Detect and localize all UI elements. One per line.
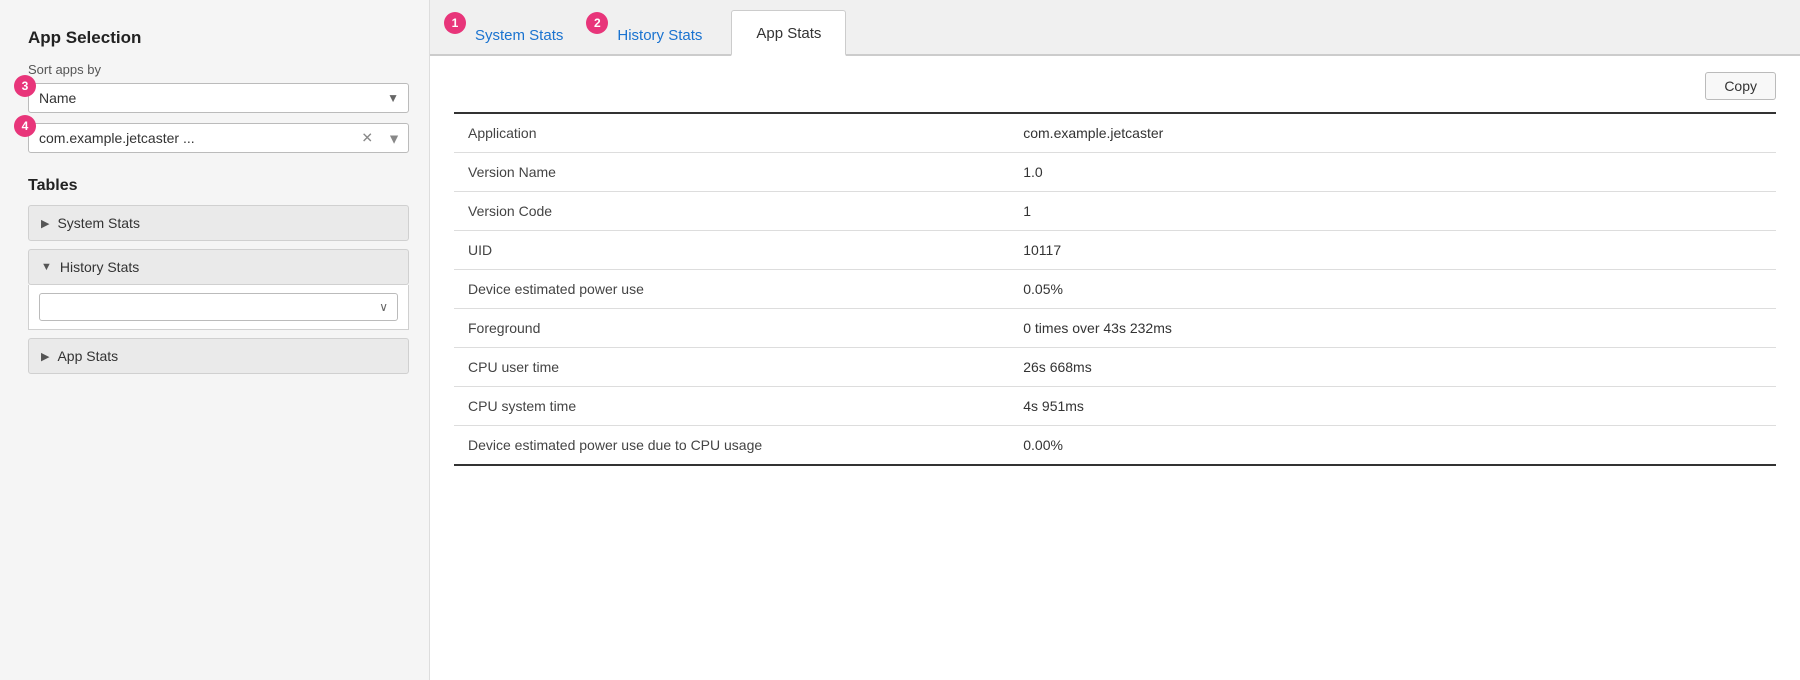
history-stats-arrow-icon: ▼ (41, 261, 52, 273)
badge-4: 4 (14, 115, 36, 137)
table-cell-key: CPU system time (454, 387, 1009, 426)
table-row: Version Name1.0 (454, 153, 1776, 192)
tab-container-system-stats: 1 System Stats (450, 10, 592, 54)
left-panel: App Selection Sort apps by 3 Name Packag… (0, 0, 430, 680)
table-group-header-app-stats[interactable]: ▶ App Stats (28, 338, 409, 374)
app-filter-wrapper: ✕ ▼ (28, 123, 409, 153)
tabs-bar: 1 System Stats 2 History Stats App Stats (430, 0, 1800, 56)
tab-app-stats-label: App Stats (756, 25, 821, 42)
table-group-app-stats: ▶ App Stats (28, 338, 409, 374)
table-cell-key: Device estimated power use due to CPU us… (454, 426, 1009, 466)
history-stats-label: History Stats (60, 259, 139, 275)
table-cell-value: 0 times over 43s 232ms (1009, 309, 1776, 348)
table-row: Device estimated power use0.05% (454, 270, 1776, 309)
table-row: UID10117 (454, 231, 1776, 270)
copy-button[interactable]: Copy (1705, 72, 1776, 100)
table-cell-value: 1 (1009, 192, 1776, 231)
sort-label: Sort apps by (28, 62, 409, 77)
clear-filter-icon[interactable]: ✕ (355, 128, 379, 149)
content-area: Copy Applicationcom.example.jetcasterVer… (430, 56, 1800, 680)
table-cell-value: 0.05% (1009, 270, 1776, 309)
table-row: Device estimated power use due to CPU us… (454, 426, 1776, 466)
copy-bar: Copy (454, 72, 1776, 100)
main-container: App Selection Sort apps by 3 Name Packag… (0, 0, 1800, 680)
table-cell-key: Application (454, 113, 1009, 153)
table-cell-value: 4s 951ms (1009, 387, 1776, 426)
table-cell-key: Foreground (454, 309, 1009, 348)
history-stats-select[interactable] (39, 293, 398, 321)
app-stats-label: App Stats (57, 348, 118, 364)
table-group-header-system-stats[interactable]: ▶ System Stats (28, 205, 409, 241)
right-panel: 1 System Stats 2 History Stats App Stats (430, 0, 1800, 680)
table-cell-value: 26s 668ms (1009, 348, 1776, 387)
table-row: Version Code1 (454, 192, 1776, 231)
app-filter-icons: ✕ ▼ (355, 128, 407, 149)
table-row: CPU user time26s 668ms (454, 348, 1776, 387)
tab-history-stats-label: History Stats (617, 27, 702, 44)
system-stats-arrow-icon: ▶ (41, 217, 49, 230)
table-cell-value: 0.00% (1009, 426, 1776, 466)
table-cell-key: CPU user time (454, 348, 1009, 387)
table-cell-value: com.example.jetcaster (1009, 113, 1776, 153)
table-group-history-stats: ▼ History Stats ∨ (28, 249, 409, 330)
app-selection-heading: App Selection (28, 28, 409, 48)
table-cell-value: 1.0 (1009, 153, 1776, 192)
table-row: Foreground0 times over 43s 232ms (454, 309, 1776, 348)
history-stats-inner: ∨ (39, 293, 398, 321)
tab-system-stats[interactable]: System Stats (450, 12, 588, 56)
system-stats-label: System Stats (57, 215, 139, 231)
tab-system-stats-label: System Stats (475, 27, 563, 44)
app-filter-input[interactable] (28, 123, 409, 153)
table-cell-key: Version Code (454, 192, 1009, 231)
history-stats-body: ∨ (28, 285, 409, 330)
table-cell-value: 10117 (1009, 231, 1776, 270)
badge-3: 3 (14, 75, 36, 97)
sort-select-wrapper: Name Package UID ▼ (28, 83, 409, 113)
app-stats-table: Applicationcom.example.jetcasterVersion … (454, 112, 1776, 466)
app-filter-dropdown-icon[interactable]: ▼ (381, 128, 407, 148)
table-group-header-history-stats[interactable]: ▼ History Stats (28, 249, 409, 285)
tab-history-stats[interactable]: History Stats (592, 12, 727, 56)
app-stats-arrow-icon: ▶ (41, 350, 49, 363)
table-cell-key: Version Name (454, 153, 1009, 192)
table-group-system-stats: ▶ System Stats (28, 205, 409, 241)
tab-container-history-stats: 2 History Stats (592, 10, 731, 54)
table-cell-key: Device estimated power use (454, 270, 1009, 309)
sort-select[interactable]: Name Package UID (28, 83, 409, 113)
tab-container-app-stats: App Stats (731, 8, 850, 54)
tab-app-stats[interactable]: App Stats (731, 10, 846, 56)
table-cell-key: UID (454, 231, 1009, 270)
table-row: Applicationcom.example.jetcaster (454, 113, 1776, 153)
table-row: CPU system time4s 951ms (454, 387, 1776, 426)
tables-heading: Tables (28, 177, 409, 195)
